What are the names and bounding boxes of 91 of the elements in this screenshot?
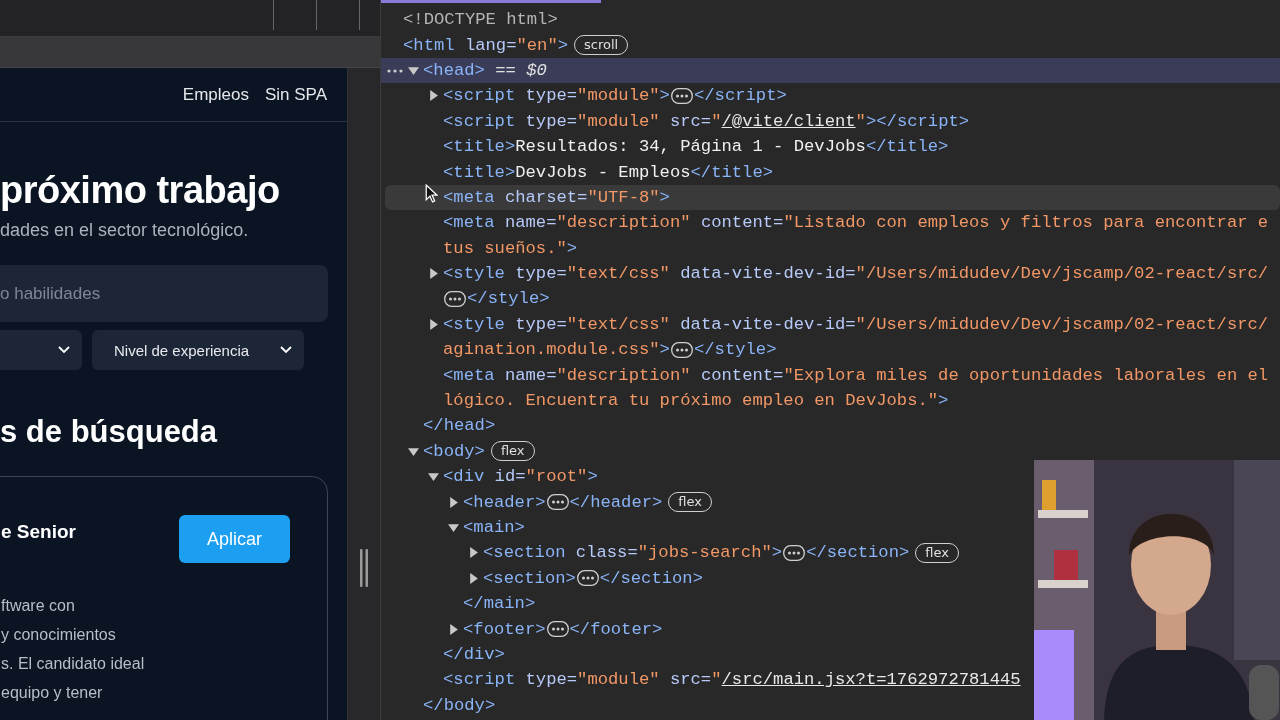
- ellipsis-icon[interactable]: [546, 494, 569, 511]
- caret-right-icon[interactable]: [468, 547, 479, 559]
- dom-node-row[interactable]: <meta charset="UTF-8">: [385, 184, 1280, 211]
- dom-node-row[interactable]: <html lang="en"> scroll: [381, 32, 629, 58]
- code-text: <head> == $0: [423, 60, 547, 80]
- ellipsis-icon[interactable]: [670, 341, 693, 358]
- dom-node-row[interactable]: <main>: [381, 514, 525, 541]
- code-text: <title>Resultados: 34, Página 1 - DevJobs</title>: [443, 137, 949, 157]
- code-text: <meta name="description" content="Listado con empleos y filtros para encontrar e: [443, 213, 1269, 233]
- code-text: </body>: [423, 695, 496, 715]
- closing-tag-row[interactable]: </div>: [381, 641, 505, 668]
- dom-node-row[interactable]: <script type="module" src="/@vite/client"></script>: [381, 108, 970, 134]
- closing-tag-row[interactable]: </head>: [381, 413, 496, 439]
- caret-right-icon[interactable]: [428, 318, 439, 330]
- mouse-cursor-icon: [425, 184, 438, 203]
- nav-link[interactable]: Sin SPA: [264, 85, 327, 121]
- dom-node-row[interactable]: <!DOCTYPE html>: [381, 7, 558, 33]
- code-text: <body>: [423, 441, 485, 461]
- dom-node-row[interactable]: <head> == $0: [381, 57, 1280, 84]
- code-text: </section>: [599, 568, 703, 588]
- code-text: <footer>: [463, 619, 546, 639]
- ellipsis-icon[interactable]: [576, 570, 599, 587]
- caret-right-icon[interactable]: [468, 572, 479, 584]
- closing-tag-row[interactable]: </main>: [381, 591, 536, 617]
- caret-down-icon[interactable]: [408, 445, 419, 457]
- caret-down-icon[interactable]: [448, 522, 459, 533]
- code-text: <header>: [463, 492, 546, 512]
- dom-node-row[interactable]: <div id="root">: [381, 464, 598, 490]
- dom-node-row[interactable]: <script type="module"> </script>: [381, 83, 787, 109]
- dom-node-row[interactable]: <style type="text/css" data-vite-dev-id="/Users/midudev/Dev/jscamp/02-react/src/ </style>: [381, 260, 1269, 312]
- more-icon[interactable]: [387, 68, 403, 73]
- chevron-down-icon: [58, 346, 70, 354]
- job-title: e Senior: [1, 521, 76, 543]
- code-text: <section class="jobs-search">: [483, 543, 783, 563]
- code-text: </section>: [806, 543, 910, 563]
- chevron-down-icon: [280, 346, 292, 354]
- ellipsis-icon[interactable]: [783, 544, 806, 561]
- code-text: tus sueños.">: [443, 238, 578, 258]
- code-text: </main>: [463, 594, 536, 614]
- code-text: <section>: [483, 568, 576, 588]
- caret-right-icon[interactable]: [448, 496, 459, 508]
- dom-node-row[interactable]: <footer> </footer>: [381, 616, 663, 642]
- code-text: </style>: [693, 340, 777, 360]
- code-text: <div id="root">: [443, 467, 598, 487]
- dom-node-row[interactable]: <section> </section>: [381, 565, 703, 591]
- code-text: <main>: [463, 518, 525, 537]
- caret-right-icon[interactable]: [448, 623, 459, 635]
- ellipsis-icon[interactable]: [546, 621, 569, 638]
- dom-node-row[interactable]: <script type="module" src="/src/main.jsx?t=1762972781445: [381, 667, 1021, 693]
- dom-node-row[interactable]: <meta name="description" content="Explora miles de oportunidades laborales en el lógico. Encuentra tu próximo empleo en DevJobs.">: [381, 362, 1269, 414]
- code-text: <style type="text/css" data-vite-dev-id="/Users/midudev/Dev/jscamp/02-react/src/: [443, 264, 1269, 284]
- code-text: lógico. Encuentra tu próximo empleo en DevJobs.">: [443, 391, 949, 411]
- section-title: s de búsqueda: [0, 414, 219, 450]
- hero-title: próximo trabajo: [0, 168, 281, 212]
- job-description: ftware con y conocimientos s. El candidato ideal equipo y tener: [1, 596, 146, 703]
- caret-down-icon[interactable]: [408, 64, 419, 76]
- filter-dropdown[interactable]: Nivel de experiencia: [92, 330, 304, 370]
- caret-right-icon[interactable]: [428, 268, 439, 280]
- code-text: <meta charset="UTF-8">: [443, 187, 670, 207]
- dom-node-row[interactable]: <style type="text/css" data-vite-dev-id="/Users/midudev/Dev/jscamp/02-react/src/ agination.module.css"> </style>: [381, 311, 1269, 363]
- code-text: </style>: [467, 289, 550, 309]
- code-text: </script>: [693, 86, 787, 106]
- ellipsis-icon[interactable]: [444, 291, 466, 307]
- search-field[interactable]: o habilidades: [0, 265, 328, 322]
- code-text: <script type="module" src="/src/main.jsx?t=1762972781445: [443, 670, 1021, 690]
- code-text: <!DOCTYPE html>: [403, 10, 558, 30]
- code-text: </header>: [569, 492, 663, 512]
- nav-link[interactable]: Empleos: [182, 85, 249, 121]
- resize-handle-icon[interactable]: [360, 549, 368, 587]
- code-text: <title>DevJobs - Empleos</title>: [443, 162, 774, 182]
- code-text: <script type="module">: [443, 86, 670, 106]
- code-text: agination.module.css">: [443, 340, 670, 360]
- dom-node-row[interactable]: <meta name="description" content="Listado con empleos y filtros para encontrar e tus sueños.">: [381, 210, 1269, 261]
- dom-node-row[interactable]: <header> </header> flex: [381, 489, 712, 515]
- code-text: </div>: [443, 644, 505, 664]
- code-text: </head>: [423, 416, 496, 436]
- closing-tag-row[interactable]: </body>: [381, 692, 496, 718]
- dropdown-label: Nivel de experiencia: [114, 341, 250, 359]
- dom-node-row[interactable]: <title>Resultados: 34, Página 1 - DevJobs</title>: [381, 133, 949, 160]
- dom-node-row[interactable]: <body> flex: [381, 438, 535, 465]
- code-text: <html lang="en">: [403, 35, 569, 55]
- code-text: <meta name="description" content="Explora miles de oportunidades laborales en el: [443, 365, 1269, 385]
- ellipsis-icon[interactable]: [670, 87, 693, 104]
- caret-right-icon[interactable]: [428, 90, 439, 102]
- code-text: <style type="text/css" data-vite-dev-id="/Users/midudev/Dev/jscamp/02-react/src/: [443, 314, 1269, 334]
- caret-down-icon[interactable]: [428, 471, 439, 483]
- dom-node-row[interactable]: <title>DevJobs - Empleos</title>: [381, 159, 774, 185]
- hero-subtitle: dades en el sector tecnológico.: [0, 220, 250, 241]
- dom-node-row[interactable]: <section class="jobs-search"> </section> flex: [381, 540, 959, 566]
- code-text: </footer>: [569, 619, 663, 639]
- code-text: <script type="module" src="/@vite/client"></script>: [443, 111, 970, 131]
